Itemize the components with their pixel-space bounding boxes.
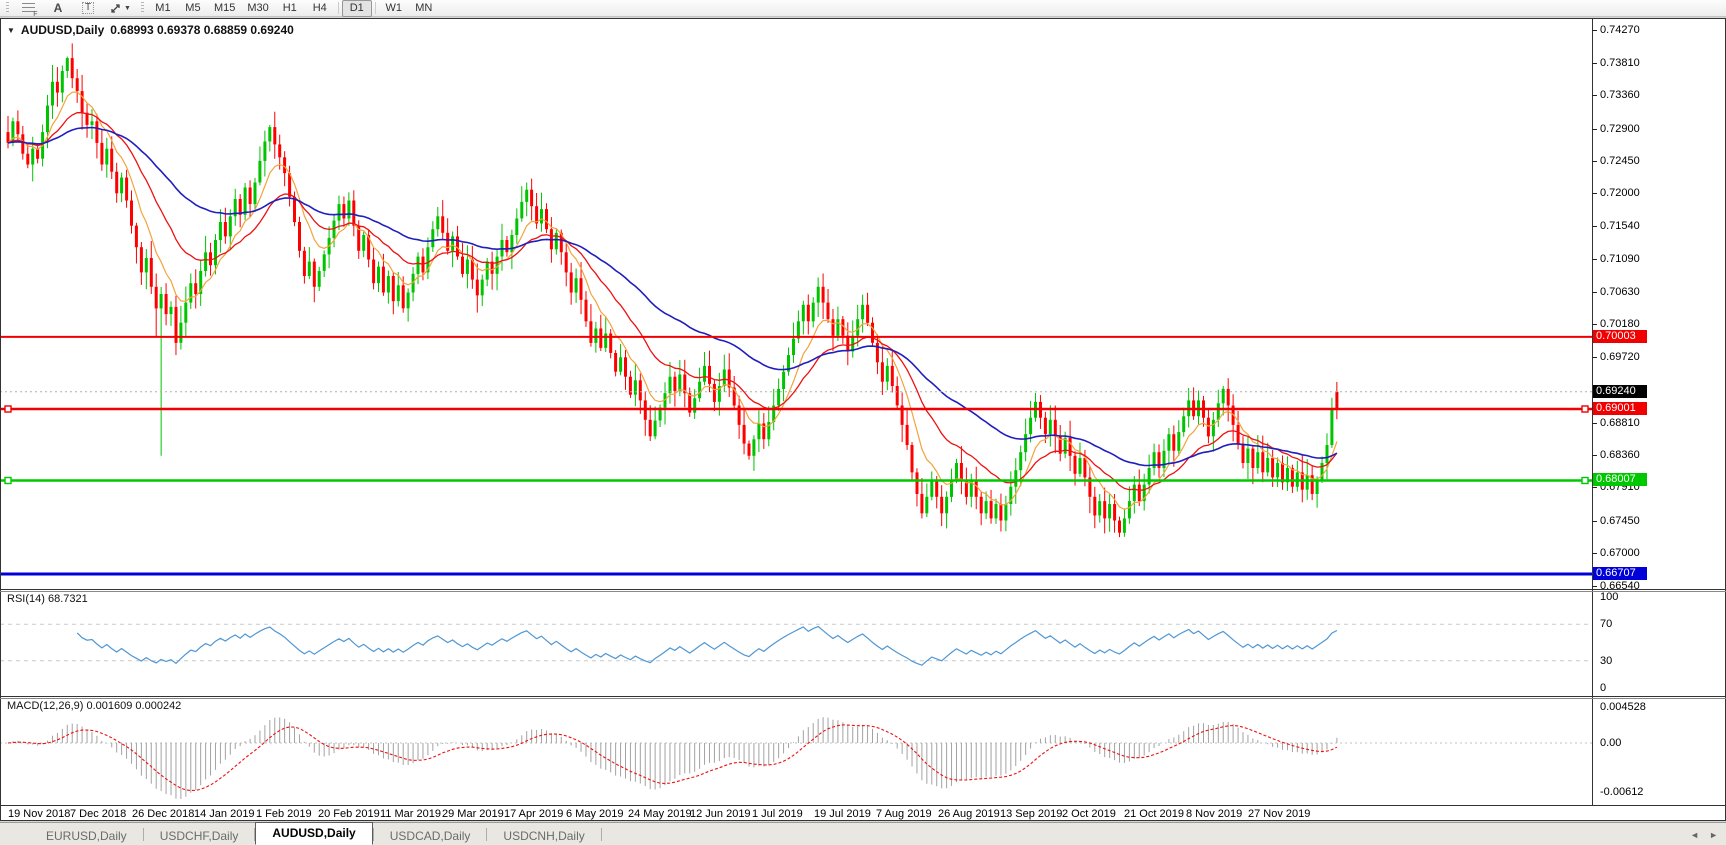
date-axis-label[interactable]: 26 Aug 2019 xyxy=(938,808,1000,820)
ma-medium-red xyxy=(8,113,1337,491)
price-axis-tick xyxy=(1592,292,1597,293)
rsi-line xyxy=(77,627,1337,666)
price-axis-label[interactable]: 0.73360 xyxy=(1600,89,1640,101)
price-axis-tick xyxy=(1592,129,1597,130)
price-axis-label[interactable]: 0.72450 xyxy=(1600,155,1640,167)
date-axis-label[interactable]: 13 Sep 2019 xyxy=(1000,808,1062,820)
price-axis-label[interactable]: 0.71540 xyxy=(1600,220,1640,232)
rsi-indicator-label: RSI(14) 68.7321 xyxy=(7,593,88,605)
symbol-tab-AUDUSD[interactable]: AUDUSD,Daily xyxy=(255,822,372,845)
macd-values: 0.001609 0.000242 xyxy=(86,700,181,712)
price-axis-label[interactable]: 0.73810 xyxy=(1600,57,1640,69)
macd-indicator-label: MACD(12,26,9) 0.001609 0.000242 xyxy=(7,700,181,712)
price-line-badge: 0.68007 xyxy=(1593,473,1647,486)
rsi-axis-label: 0 xyxy=(1600,682,1606,694)
price-axis-label[interactable]: 0.70180 xyxy=(1600,318,1640,330)
date-axis-label[interactable]: 1 Feb 2019 xyxy=(256,808,312,820)
price-line-badge: 0.69001 xyxy=(1593,402,1647,415)
date-axis-label[interactable]: 19 Jul 2019 xyxy=(814,808,871,820)
tab-separator xyxy=(601,828,602,841)
symbol-tab-USDCNH[interactable]: USDCNH,Daily xyxy=(487,827,600,845)
rsi-value: 68.7321 xyxy=(48,593,88,605)
price-axis-label[interactable]: 0.67450 xyxy=(1600,515,1640,527)
price-axis-tick xyxy=(1592,193,1597,194)
price-axis-label[interactable]: 0.72000 xyxy=(1600,187,1640,199)
rsi-axis-label: 30 xyxy=(1600,655,1612,667)
price-chart-canvas[interactable] xyxy=(0,0,1726,845)
price-axis-tick xyxy=(1592,521,1597,522)
line-handle[interactable] xyxy=(5,478,11,484)
price-line-badge: 0.70003 xyxy=(1593,330,1647,343)
price-axis-label[interactable]: 0.72900 xyxy=(1600,123,1640,135)
symbol-tab-USDCAD[interactable]: USDCAD,Daily xyxy=(374,827,487,845)
price-axis-tick xyxy=(1592,423,1597,424)
price-axis-label[interactable]: 0.67000 xyxy=(1600,547,1640,559)
price-axis-tick xyxy=(1592,357,1597,358)
line-handle[interactable] xyxy=(5,406,11,412)
date-axis-label[interactable]: 29 Mar 2019 xyxy=(442,808,504,820)
date-axis-label[interactable]: 6 May 2019 xyxy=(566,808,623,820)
candlestick-series xyxy=(7,43,1339,537)
chart-title: ▼ AUDUSD,Daily 0.68993 0.69378 0.68859 0… xyxy=(7,23,294,37)
chart-symbol-label: AUDUSD,Daily xyxy=(21,23,104,37)
panel-borders xyxy=(0,19,1726,821)
date-axis-label[interactable]: 26 Dec 2018 xyxy=(132,808,194,820)
symbol-tab-EURUSD[interactable]: EURUSD,Daily xyxy=(30,827,143,845)
date-axis-label[interactable]: 7 Aug 2019 xyxy=(876,808,932,820)
date-axis-label[interactable]: 2 Oct 2019 xyxy=(1062,808,1116,820)
macd-axis-label: 0.004528 xyxy=(1600,701,1646,713)
date-axis-label[interactable]: 20 Feb 2019 xyxy=(318,808,380,820)
symbol-tab-bar: EURUSD,DailyUSDCHF,DailyAUDUSD,DailyUSDC… xyxy=(0,822,1726,845)
symbol-tab-USDCHF[interactable]: USDCHF,Daily xyxy=(144,827,255,845)
date-axis-label[interactable]: 24 May 2019 xyxy=(628,808,692,820)
date-axis-label[interactable]: 12 Jun 2019 xyxy=(690,808,751,820)
price-axis-label[interactable]: 0.70630 xyxy=(1600,286,1640,298)
macd-signal-line xyxy=(8,725,1337,791)
price-axis-tick xyxy=(1592,324,1597,325)
date-axis-label[interactable]: 21 Oct 2019 xyxy=(1124,808,1184,820)
date-axis-label[interactable]: 14 Jan 2019 xyxy=(194,808,255,820)
price-axis-tick xyxy=(1592,455,1597,456)
line-handle[interactable] xyxy=(1582,406,1588,412)
date-axis-label[interactable]: 7 Dec 2018 xyxy=(70,808,126,820)
price-axis-tick xyxy=(1592,259,1597,260)
date-axis-label[interactable]: 11 Mar 2019 xyxy=(380,808,441,820)
price-axis-tick xyxy=(1592,553,1597,554)
price-axis-label[interactable]: 0.71090 xyxy=(1600,253,1640,265)
rsi-axis-label: 70 xyxy=(1600,618,1612,630)
price-axis-label[interactable]: 0.74270 xyxy=(1600,24,1640,36)
date-axis-label[interactable]: 17 Apr 2019 xyxy=(504,808,563,820)
price-axis-tick xyxy=(1592,30,1597,31)
price-axis-label[interactable]: 0.68810 xyxy=(1600,417,1640,429)
price-axis-label[interactable]: 0.68360 xyxy=(1600,449,1640,461)
macd-axis-label: -0.00612 xyxy=(1600,786,1643,798)
price-axis-tick xyxy=(1592,161,1597,162)
rsi-axis-label: 100 xyxy=(1600,591,1618,603)
price-axis-tick xyxy=(1592,95,1597,96)
date-axis-label[interactable]: 1 Jul 2019 xyxy=(752,808,803,820)
tab-scroll-right-icon[interactable]: ► xyxy=(1709,830,1718,840)
line-handle[interactable] xyxy=(1582,478,1588,484)
date-axis-label[interactable]: 27 Nov 2019 xyxy=(1248,808,1310,820)
price-axis-tick xyxy=(1592,63,1597,64)
current-price-badge: 0.69240 xyxy=(1593,385,1647,398)
price-axis-label[interactable]: 0.69720 xyxy=(1600,351,1640,363)
tab-scroll-left-icon[interactable]: ◄ xyxy=(1690,830,1699,840)
ma-fast-orange xyxy=(8,92,1337,509)
date-axis-label[interactable]: 8 Nov 2019 xyxy=(1186,808,1242,820)
price-axis-tick xyxy=(1592,226,1597,227)
price-axis-tick xyxy=(1592,487,1597,488)
date-axis-label[interactable]: 19 Nov 2018 xyxy=(8,808,70,820)
ma-slow-blue xyxy=(8,128,1337,466)
price-line-badge: 0.66707 xyxy=(1593,567,1647,580)
price-axis-tick xyxy=(1592,586,1597,587)
macd-axis-label: 0.00 xyxy=(1600,737,1621,749)
chart-ohlc-values: 0.68993 0.69378 0.68859 0.69240 xyxy=(110,23,294,37)
symbol-dropdown-icon[interactable]: ▼ xyxy=(7,26,15,35)
